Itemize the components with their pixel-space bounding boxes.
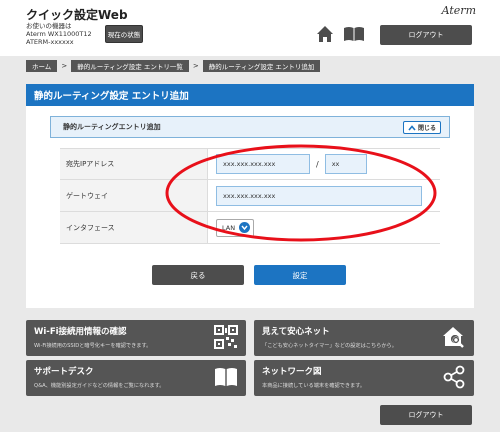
destination-ip-input[interactable]: xxx.xxx.xxx.xxx (216, 154, 310, 174)
footer-logout-button[interactable]: ログアウト (380, 405, 472, 425)
safe-net-title: 見えて安心ネット (262, 327, 330, 337)
form-row-interface: インタフェース LAN (60, 212, 440, 244)
breadcrumb-route-list[interactable]: 静的ルーティング設定 エントリ一覧 (71, 60, 189, 72)
back-button[interactable]: 戻る (152, 265, 244, 285)
destination-mask-input[interactable]: xx (324, 154, 367, 174)
breadcrumb-current: 静的ルーティング設定 エントリ追加 (202, 60, 321, 72)
gateway-label: ゲートウェイ (60, 180, 208, 211)
wifi-info-tile[interactable]: Wi-Fi接続用情報の確認 Wi-Fi接続用のSSIDと暗号化キーを確認できます… (26, 320, 246, 356)
breadcrumb-separator: > (61, 62, 68, 70)
interface-selected-value: LAN (222, 223, 236, 232)
device-info-line: お使いの機器は (26, 22, 72, 30)
set-button[interactable]: 設定 (254, 265, 346, 285)
mask-separator: / (316, 159, 319, 169)
support-desk-desc: Q&A、機能別設定ガイドなどの情報をご覧になれます。 (34, 383, 165, 389)
safe-net-desc: 「こども安心ネットタイマー」などの設定はこちらから。 (262, 343, 397, 349)
form-row-gateway: ゲートウェイ xxx.xxx.xxx.xxx (60, 180, 440, 212)
current-status-button[interactable]: 現在の状態 (105, 25, 143, 43)
chevron-up-icon (408, 124, 416, 131)
form-row-destination: 宛先IPアドレス xxx.xxx.xxx.xxx / xx (60, 148, 440, 180)
open-book-icon (215, 368, 237, 386)
network-map-title: ネットワーク図 (262, 367, 322, 377)
support-desk-tile[interactable]: サポートデスク Q&A、機能別設定ガイドなどの情報をご覧になれます。 (26, 360, 246, 396)
route-form: 宛先IPアドレス xxx.xxx.xxx.xxx / xx ゲートウェイ xxx… (60, 148, 440, 244)
collapse-button[interactable]: 閉じる (403, 121, 441, 134)
breadcrumb-separator: > (192, 62, 199, 70)
app-title: クイック設定Web (26, 8, 128, 22)
destination-ip-label: 宛先IPアドレス (60, 149, 208, 179)
wifi-info-title: Wi-Fi接続用情報の確認 (34, 327, 127, 337)
page-title: 静的ルーティング設定 エントリ追加 (26, 84, 474, 106)
device-name: ATERM-xxxxxx (26, 38, 74, 46)
network-map-tile[interactable]: ネットワーク図 本商品に接続している端末を確認できます。 (254, 360, 474, 396)
breadcrumb-home[interactable]: ホーム (26, 60, 58, 72)
interface-select[interactable]: LAN (216, 218, 254, 237)
support-desk-title: サポートデスク (34, 367, 94, 377)
network-nodes-icon (443, 365, 465, 389)
breadcrumb: ホーム > 静的ルーティング設定 エントリ一覧 > 静的ルーティング設定 エント… (26, 60, 321, 72)
gateway-cell: xxx.xxx.xxx.xxx (208, 180, 440, 211)
interface-cell: LAN (208, 212, 440, 243)
main-panel: 静的ルーティングエントリ追加 閉じる 宛先IPアドレス xxx.xxx.xxx.… (26, 106, 474, 308)
network-map-desc: 本商品に接続している端末を確認できます。 (262, 383, 366, 389)
logout-button[interactable]: ログアウト (380, 25, 472, 45)
chevron-down-icon (239, 222, 251, 233)
device-model: Aterm WX11000T12 (26, 30, 92, 38)
collapse-label: 閉じる (417, 125, 436, 132)
home-icon[interactable] (316, 25, 334, 43)
device-info: お使いの機器は Aterm WX11000T12 ATERM-xxxxxx (26, 22, 92, 46)
house-search-icon (443, 327, 464, 348)
section-header: 静的ルーティングエントリ追加 閉じる (50, 116, 450, 138)
brand-logo: Aterm (441, 4, 476, 17)
section-title: 静的ルーティングエントリ追加 (63, 123, 161, 131)
safe-net-tile[interactable]: 見えて安心ネット 「こども安心ネットタイマー」などの設定はこちらから。 (254, 320, 474, 356)
interface-label: インタフェース (60, 212, 208, 243)
manual-book-icon[interactable] (343, 26, 365, 42)
wifi-info-desc: Wi-Fi接続用のSSIDと暗号化キーを確認できます。 (34, 343, 152, 349)
qr-code-icon (214, 325, 238, 349)
destination-ip-cell: xxx.xxx.xxx.xxx / xx (208, 149, 440, 179)
header: クイック設定Web お使いの機器は Aterm WX11000T12 ATERM… (0, 0, 500, 56)
gateway-input[interactable]: xxx.xxx.xxx.xxx (216, 185, 422, 206)
